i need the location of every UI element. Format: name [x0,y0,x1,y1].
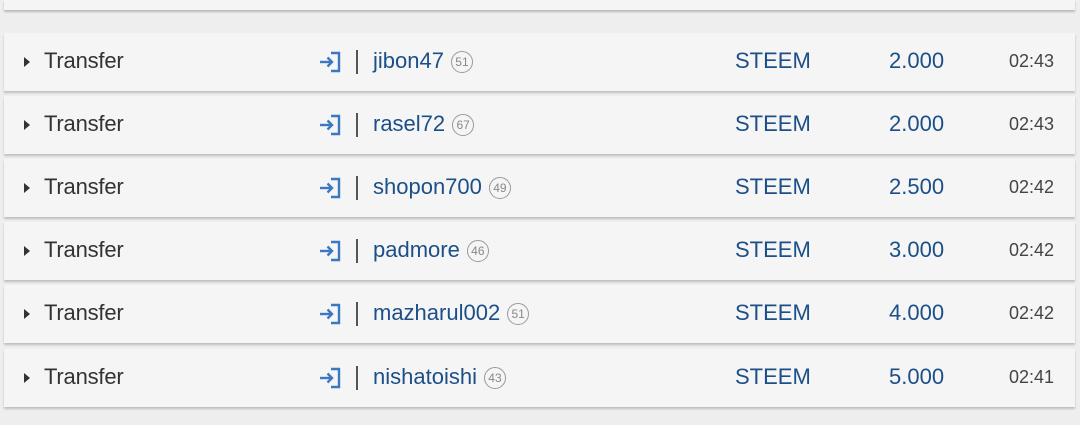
reputation-badge: 43 [483,367,506,389]
amount-value: 2.000 [889,48,945,73]
operation-row[interactable]: Transfer jibon47 51 STEEM 2.000 02:43 [4,33,1075,91]
operation-type: Transfer [44,364,124,389]
expand-caret-icon[interactable] [24,373,30,383]
amount-value: 4.000 [889,300,945,325]
expand-caret-icon[interactable] [24,120,30,130]
timestamp: 02:42 [1009,240,1055,260]
asset-link[interactable]: STEEM [735,300,811,326]
account-cell: shopon700 49 [373,174,511,200]
separator [356,176,358,200]
asset-link[interactable]: STEEM [735,111,811,137]
expand-caret-icon[interactable] [24,57,30,67]
reputation-badge: 51 [507,303,530,325]
account-link[interactable]: shopon700 [373,174,482,200]
timestamp: 02:42 [1009,177,1055,197]
operation-type: Transfer [44,111,124,136]
operation-type: Transfer [44,300,124,325]
account-cell: mazharul002 51 [373,300,530,326]
amount-value: 2.500 [889,174,945,199]
timestamp: 02:42 [1009,303,1055,323]
separator [356,302,358,326]
reputation-badge: 49 [488,177,511,199]
amount-value: 5.000 [889,364,945,389]
amount-value: 2.000 [889,111,945,136]
account-cell: nishatoishi 43 [373,364,506,390]
previous-row-card [4,0,1075,10]
sign-in-icon [320,114,341,136]
operation-row[interactable]: Transfer shopon700 49 STEEM 2.500 02:42 [4,159,1075,217]
account-link[interactable]: mazharul002 [373,300,500,326]
timestamp: 02:41 [1009,367,1055,387]
asset-link[interactable]: STEEM [735,364,811,390]
operation-row[interactable]: Transfer nishatoishi 43 STEEM 5.000 02:4… [4,349,1075,407]
sign-in-icon [320,367,341,389]
sign-in-icon [320,240,341,262]
expand-caret-icon[interactable] [24,309,30,319]
separator [356,239,358,263]
asset-link[interactable]: STEEM [735,237,811,263]
operation-row[interactable]: Transfer mazharul002 51 STEEM 4.000 02:4… [4,285,1075,343]
reputation-badge: 51 [450,51,473,73]
asset-link[interactable]: STEEM [735,174,811,200]
reputation-badge: 46 [466,240,489,262]
operation-type: Transfer [44,48,124,73]
separator [356,113,358,137]
account-cell: rasel72 67 [373,111,475,137]
account-link[interactable]: rasel72 [373,111,445,137]
amount-value: 3.000 [889,237,945,262]
expand-caret-icon[interactable] [24,246,30,256]
expand-caret-icon[interactable] [24,183,30,193]
operation-row[interactable]: Transfer rasel72 67 STEEM 2.000 02:43 [4,96,1075,154]
timestamp: 02:43 [1009,51,1055,71]
timestamp: 02:43 [1009,114,1055,134]
sign-in-icon [320,51,341,73]
account-link[interactable]: jibon47 [373,48,444,74]
operation-row[interactable]: Transfer padmore 46 STEEM 3.000 02:42 [4,222,1075,280]
operation-type: Transfer [44,174,124,199]
account-cell: padmore 46 [373,237,489,263]
asset-link[interactable]: STEEM [735,48,811,74]
operation-type: Transfer [44,237,124,262]
sign-in-icon [320,303,341,325]
account-cell: jibon47 51 [373,48,473,74]
sign-in-icon [320,177,341,199]
separator [356,366,358,390]
reputation-badge: 67 [452,114,475,136]
separator [356,50,358,74]
account-link[interactable]: nishatoishi [373,364,477,390]
account-link[interactable]: padmore [373,237,460,263]
